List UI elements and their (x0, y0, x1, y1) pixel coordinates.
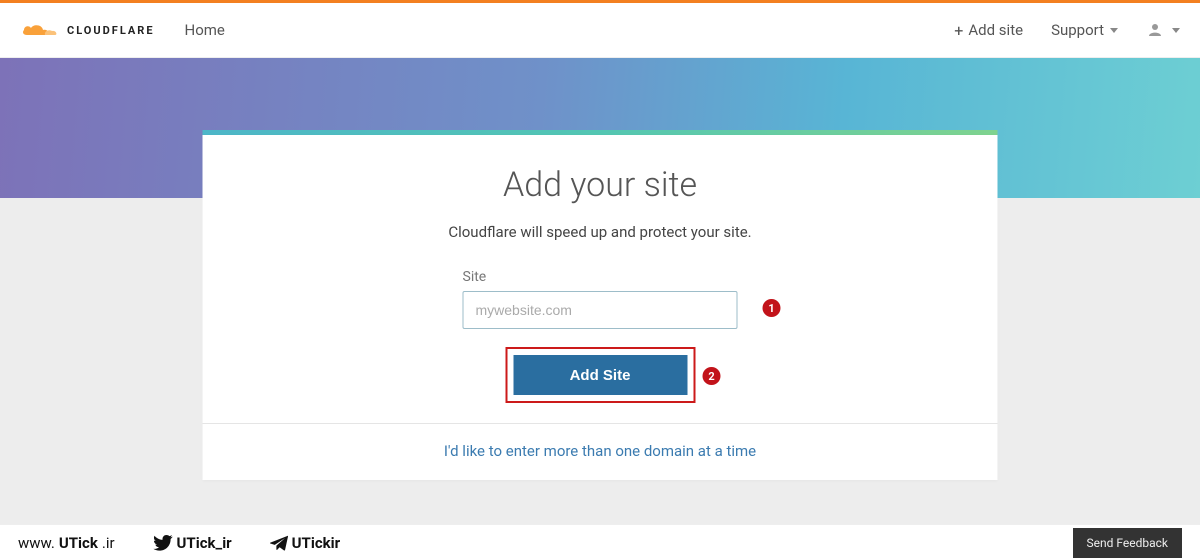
send-feedback-button[interactable]: Send Feedback (1073, 528, 1183, 558)
page-title: Add your site (203, 165, 998, 205)
twitter-icon (153, 535, 173, 551)
logo[interactable]: CLOUDFLARE (20, 20, 155, 40)
site-label: Site (463, 269, 738, 285)
caret-down-icon (1172, 28, 1180, 33)
caret-down-icon (1110, 28, 1118, 33)
annotation-highlight-box: Add Site (505, 347, 695, 403)
add-site-label: Add site (968, 21, 1023, 39)
user-icon (1146, 21, 1164, 39)
footer-link-website[interactable]: www.UTick.ir (18, 534, 115, 552)
footer-link-twitter[interactable]: UTick_ir (153, 534, 232, 552)
plus-icon: + (954, 21, 963, 40)
site-input[interactable] (463, 291, 738, 329)
header: CLOUDFLARE Home + Add site Support (0, 3, 1200, 58)
footer: www.UTick.ir UTick_ir UTickir Send Feedb… (0, 524, 1200, 560)
support-dropdown[interactable]: Support (1051, 21, 1118, 39)
nav-home[interactable]: Home (185, 21, 225, 39)
main-card: Add your site Cloudflare will speed up a… (203, 130, 998, 480)
multi-domain-link[interactable]: I'd like to enter more than one domain a… (203, 424, 998, 480)
add-site-link[interactable]: + Add site (954, 21, 1023, 40)
add-site-button[interactable]: Add Site (513, 355, 687, 395)
annotation-marker-2: 2 (703, 367, 721, 385)
cloudflare-icon (20, 20, 60, 40)
annotation-marker-1: 1 (763, 299, 781, 317)
telegram-icon (270, 535, 288, 551)
footer-link-telegram[interactable]: UTickir (270, 534, 340, 552)
page-subtitle: Cloudflare will speed up and protect you… (203, 223, 998, 241)
support-label: Support (1051, 21, 1104, 39)
logo-text: CLOUDFLARE (67, 24, 155, 37)
account-menu[interactable] (1146, 21, 1180, 39)
